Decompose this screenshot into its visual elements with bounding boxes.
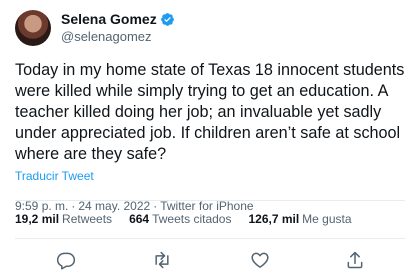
quote-tweets-label: Tweets citados (152, 212, 232, 226)
translate-tweet-link[interactable]: Traducir Tweet (15, 169, 94, 183)
likes-stat[interactable]: 126,7 mil Me gusta (248, 212, 351, 226)
engagement-stats: 19,2 mil Retweets 664 Tweets citados 126,7… (15, 212, 369, 226)
divider (15, 200, 405, 201)
retweets-label: Retweets (62, 212, 113, 226)
tweet-time[interactable]: 9:59 p. m. (15, 199, 68, 213)
meta-separator: · (71, 199, 76, 213)
quote-tweets-count: 664 (129, 212, 150, 226)
tweet-header: Selena Gomez @selenagomez (15, 10, 405, 46)
quote-tweets-stat[interactable]: 664 Tweets citados (129, 212, 231, 226)
likes-label: Me gusta (302, 212, 352, 226)
share-button[interactable] (345, 250, 365, 270)
retweets-count: 19,2 mil (15, 212, 60, 226)
divider (15, 238, 405, 239)
reply-button[interactable] (56, 250, 76, 270)
retweets-stat[interactable]: 19,2 mil Retweets (15, 212, 112, 226)
reply-icon (56, 250, 76, 270)
meta-separator: · (153, 199, 158, 213)
tweet-text: Today in my home state of Texas 18 innoc… (15, 61, 405, 163)
tweet-source[interactable]: Twitter for iPhone (160, 199, 253, 213)
verified-badge-icon (160, 12, 175, 27)
author-info: Selena Gomez @selenagomez (61, 11, 175, 45)
like-button[interactable] (250, 250, 270, 270)
retweet-button[interactable] (152, 250, 172, 270)
avatar[interactable] (15, 10, 51, 46)
tweet-date[interactable]: 24 may. 2022 (78, 199, 150, 213)
name-row: Selena Gomez (61, 11, 175, 28)
author-display-name[interactable]: Selena Gomez (61, 11, 157, 28)
heart-icon (250, 250, 270, 270)
retweet-icon (152, 250, 172, 270)
likes-count: 126,7 mil (248, 212, 300, 226)
author-handle[interactable]: @selenagomez (61, 28, 175, 45)
share-icon (345, 250, 365, 270)
action-bar (0, 250, 420, 272)
